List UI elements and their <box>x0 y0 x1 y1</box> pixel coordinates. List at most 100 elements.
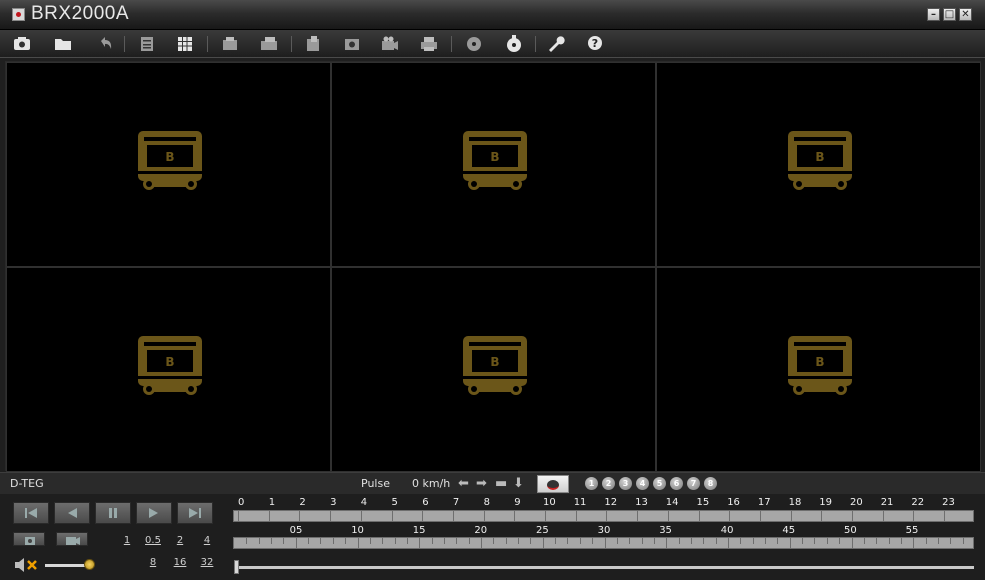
maximize-button[interactable]: □ <box>943 8 956 21</box>
volume-slider-knob[interactable] <box>84 559 95 570</box>
seek-handle[interactable] <box>234 560 239 574</box>
channel-indicator[interactable]: 1 <box>585 477 598 490</box>
timeline-tick <box>863 538 865 544</box>
timeline-tick <box>456 538 458 544</box>
timeline-tick <box>382 538 384 544</box>
seek-track[interactable] <box>239 566 974 569</box>
minute-label: 05 <box>289 525 303 536</box>
skip-start-icon <box>25 508 37 518</box>
timeline-tick <box>913 511 915 521</box>
timeline-tick <box>698 511 700 521</box>
play-button[interactable] <box>136 502 172 524</box>
close-button[interactable]: ✕ <box>959 8 972 21</box>
timeline-tick <box>944 511 946 521</box>
channel-indicator[interactable]: 2 <box>602 477 615 490</box>
speed-option[interactable]: 8 <box>143 557 163 568</box>
skip-end-button[interactable] <box>177 502 213 524</box>
open-folder-icon[interactable] <box>53 35 73 53</box>
hour-label: 20 <box>850 497 863 508</box>
timeline-tick <box>821 511 823 521</box>
timeline-tick <box>419 538 421 548</box>
video-channel-cell[interactable]: B <box>656 267 981 472</box>
channel-indicator[interactable]: 4 <box>636 477 649 490</box>
speed-option[interactable]: 16 <box>170 557 190 568</box>
timeline-tick <box>637 511 639 521</box>
undo-icon[interactable] <box>96 35 116 53</box>
timeline-tick <box>391 511 393 521</box>
timeline-tick <box>452 511 454 521</box>
minute-label: 55 <box>905 525 919 536</box>
timeline-tick <box>759 511 761 521</box>
channel-indicator[interactable]: 3 <box>619 477 632 490</box>
export-icon[interactable] <box>220 35 240 53</box>
list-icon[interactable] <box>137 35 157 53</box>
channel-indicator[interactable]: 7 <box>687 477 700 490</box>
burn-icon[interactable] <box>504 35 524 53</box>
arrow-left-icon: ⬅ <box>458 476 469 491</box>
snapshot-icon[interactable] <box>342 35 362 53</box>
video-channel-cell[interactable]: B <box>331 267 656 472</box>
timeline-tick <box>666 538 668 548</box>
minimize-button[interactable]: – <box>927 8 940 21</box>
video-channel-cell[interactable]: B <box>6 62 331 267</box>
hour-label: 8 <box>483 497 490 508</box>
minute-label: 30 <box>597 525 611 536</box>
bus-placeholder-letter: B <box>815 355 824 369</box>
channel-indicator[interactable]: 6 <box>670 477 683 490</box>
minute-timeline[interactable] <box>233 537 974 549</box>
pause-button[interactable] <box>95 502 131 524</box>
timeline-tick <box>802 538 804 544</box>
help-icon[interactable]: ? <box>585 35 605 53</box>
hour-timeline[interactable] <box>233 510 974 522</box>
skip-start-button[interactable] <box>13 502 49 524</box>
title-bar: BRX2000A – □ ✕ <box>0 0 985 30</box>
playback-panel: 1 0.5 2 4 8 16 32 0 1 2 3 4 5 6 7 8 9 10 11 12 13 14 15… <box>0 494 985 580</box>
timeline-tick <box>295 538 297 548</box>
minute-label: 10 <box>351 525 364 536</box>
timeline-tick <box>579 538 581 544</box>
channel-indicator[interactable]: 8 <box>704 477 717 490</box>
timeline-tick <box>530 538 532 544</box>
timeline-tick <box>283 538 285 544</box>
bus-placeholder-icon: B <box>137 130 202 190</box>
hour-label: 10 <box>543 497 556 508</box>
hour-label: 6 <box>422 497 429 508</box>
mute-icon[interactable] <box>14 557 40 573</box>
convert-icon[interactable] <box>259 35 279 53</box>
speed-option[interactable]: 0.5 <box>143 535 163 546</box>
hour-label: 12 <box>604 497 618 508</box>
timeline-tick <box>678 538 680 544</box>
timeline-tick <box>690 538 692 544</box>
grid-icon[interactable] <box>175 35 195 53</box>
timeline-tick <box>913 538 915 548</box>
timeline-tick <box>493 538 495 544</box>
timeline-tick <box>882 511 884 521</box>
speed-option[interactable]: 4 <box>197 535 217 546</box>
disc-icon[interactable] <box>464 35 484 53</box>
print-icon[interactable] <box>419 35 439 53</box>
video-channel-cell[interactable]: B <box>6 267 331 472</box>
hour-label: 15 <box>696 497 710 508</box>
hour-label: 17 <box>757 497 771 508</box>
video-channel-cell[interactable]: B <box>656 62 981 267</box>
speed-option[interactable]: 2 <box>170 535 190 546</box>
speed-option[interactable]: 32 <box>197 557 217 568</box>
snapshot-button[interactable] <box>13 532 45 546</box>
minute-label: 40 <box>720 525 734 536</box>
video-clip-button[interactable] <box>56 532 88 546</box>
connect-icon[interactable] <box>12 35 32 53</box>
timeline-tick <box>789 538 791 548</box>
play-reverse-button[interactable] <box>54 502 90 524</box>
record-icon[interactable] <box>380 35 400 53</box>
minute-label: 15 <box>412 525 426 536</box>
speed-option[interactable]: 1 <box>117 535 137 546</box>
volume-slider-track[interactable] <box>45 564 87 567</box>
hour-label: 0 <box>238 497 245 508</box>
backup-icon[interactable] <box>303 35 323 53</box>
bus-placeholder-letter: B <box>815 150 824 164</box>
channel-indicator[interactable]: 5 <box>653 477 666 490</box>
settings-wrench-icon[interactable] <box>546 35 566 53</box>
app-title: BRX2000A <box>31 3 130 24</box>
capture-button[interactable] <box>537 475 569 493</box>
video-channel-cell[interactable]: B <box>331 62 656 267</box>
